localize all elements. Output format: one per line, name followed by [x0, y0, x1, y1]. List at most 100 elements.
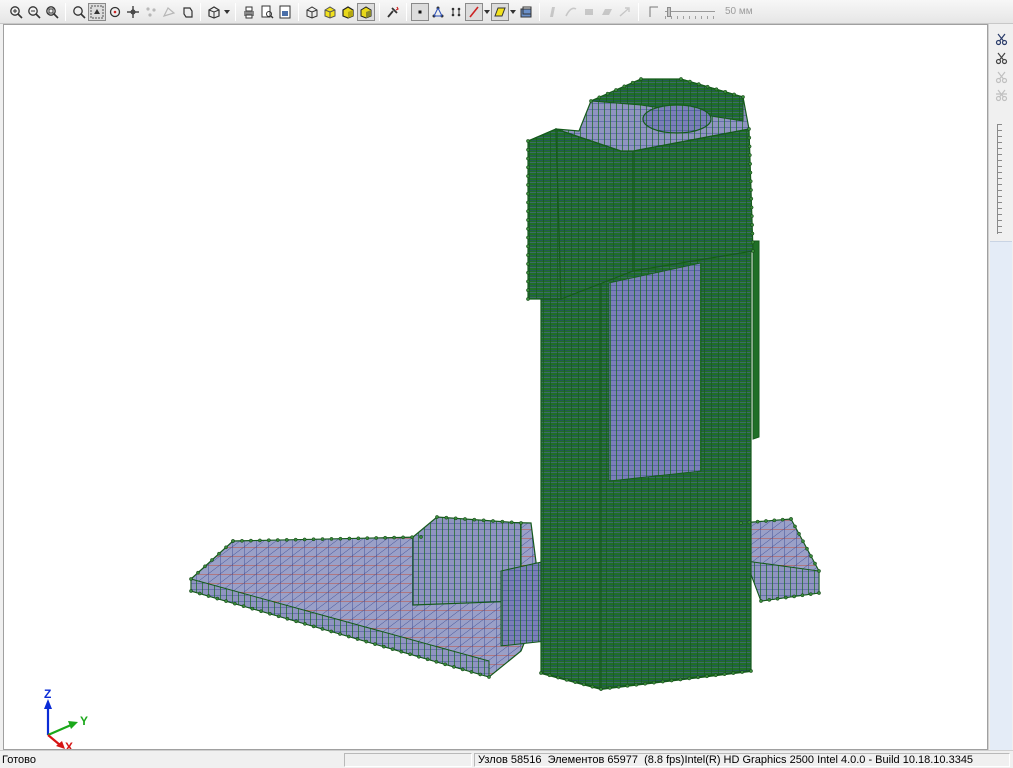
filter-4-button[interactable] [598, 3, 616, 21]
print-button[interactable] [240, 3, 258, 21]
mesh-node [696, 675, 700, 680]
mesh-node [408, 652, 412, 657]
rotate-button[interactable] [106, 3, 124, 21]
side-scroll-area[interactable] [990, 241, 1012, 750]
tools-button[interactable] [384, 3, 402, 21]
move-icon [127, 5, 139, 18]
select-elements-icon [162, 6, 176, 17]
shaded-edges-button[interactable] [339, 3, 357, 21]
show-nodes-button[interactable] [411, 2, 429, 21]
arrow-icon [619, 6, 630, 17]
mesh-node [374, 536, 379, 540]
mesh-node [792, 594, 796, 599]
parallelogram-icon [602, 8, 612, 15]
mesh-node [747, 135, 752, 140]
mesh-node [231, 539, 235, 543]
zoom-out-button[interactable] [25, 3, 43, 21]
zoom-in-button[interactable] [7, 3, 25, 21]
plate-elements-dropdown[interactable] [509, 3, 517, 21]
mesh-node [224, 545, 228, 550]
select-nodes-icon [146, 6, 156, 17]
mesh-node [597, 95, 602, 100]
mesh-node [232, 601, 237, 606]
cut-plane-2-button[interactable] [992, 50, 1010, 67]
mesh-node [241, 604, 246, 609]
mesh-node [311, 537, 316, 542]
solid-element-icon [520, 6, 532, 17]
move-button[interactable] [124, 3, 142, 21]
select-nodes-button[interactable] [142, 3, 160, 21]
mesh-node [748, 170, 753, 175]
projection-dropdown[interactable] [223, 3, 231, 21]
node-size-label: 50 мм [725, 6, 753, 17]
mesh-node [240, 538, 244, 543]
mesh-node [749, 669, 753, 673]
chevron-down-icon [510, 9, 516, 14]
zoom-all-button[interactable] [43, 3, 61, 21]
slider-thumb[interactable] [667, 6, 671, 17]
full-render-button[interactable] [357, 2, 375, 21]
plate-elements-button[interactable] [491, 2, 509, 21]
fem-model[interactable] [4, 25, 988, 750]
mesh-node [320, 627, 325, 631]
wireframe-view-button[interactable] [303, 3, 321, 21]
select-elements-button[interactable] [160, 3, 178, 21]
mesh-node [639, 77, 643, 81]
zoom-window-button[interactable] [70, 3, 88, 21]
mesh-node [634, 682, 639, 687]
mesh-node [293, 537, 298, 542]
filter-1-button[interactable] [544, 3, 562, 21]
mesh-node [793, 524, 797, 529]
mesh-node [800, 593, 805, 598]
mesh-node [605, 91, 610, 96]
cut-plane-3-button[interactable] [992, 69, 1010, 86]
podium-stair [500, 560, 547, 647]
mesh-node [539, 671, 543, 675]
fps-value: (8.8 fps) [644, 754, 685, 766]
mesh-node [607, 686, 612, 690]
depth-slider[interactable] [997, 124, 1007, 234]
cut-plane-4-button[interactable] [992, 87, 1010, 104]
bar-elements-dropdown[interactable] [483, 3, 491, 21]
mesh-node [705, 84, 710, 89]
node-size-slider[interactable] [665, 5, 715, 19]
mesh-node [740, 670, 745, 674]
export-image-button[interactable] [276, 3, 294, 21]
mesh-node [817, 569, 821, 573]
rotate-icon [109, 6, 121, 17]
filter-3-button[interactable] [580, 3, 598, 21]
zoom-window-icon [73, 5, 86, 19]
mesh-node [526, 147, 530, 152]
mesh-node [443, 662, 448, 667]
shaded-view-button[interactable] [321, 3, 339, 21]
cut-plane-button[interactable] [992, 31, 1010, 48]
mesh-node [399, 649, 404, 654]
filter-5-button[interactable] [616, 3, 634, 21]
pan-button[interactable] [88, 2, 106, 21]
tower-upper-left [527, 128, 562, 300]
mesh-node [669, 678, 674, 683]
tower-left-face [540, 255, 602, 690]
filter-2-button[interactable] [562, 3, 580, 21]
fragment-icon [183, 6, 193, 18]
mesh-node [748, 179, 753, 184]
mesh-node [284, 538, 289, 542]
mesh-node [452, 665, 456, 669]
bar-elements-button[interactable] [465, 2, 483, 21]
tower-upper-front [632, 128, 754, 272]
mesh-node [784, 595, 788, 600]
mesh-node [713, 673, 718, 678]
mesh-node [500, 519, 505, 524]
projection-button[interactable] [205, 3, 223, 21]
print-preview-button[interactable] [258, 3, 276, 21]
model-viewport[interactable]: Z Y X [3, 24, 988, 750]
mesh-node [687, 676, 692, 681]
mesh-node [196, 570, 200, 575]
show-links-button[interactable] [429, 3, 447, 21]
curve-icon [565, 7, 577, 16]
show-node-numbers-button[interactable] [447, 3, 465, 21]
mesh-node [224, 599, 228, 603]
fragment-button[interactable] [178, 3, 196, 21]
solid-elements-button[interactable] [517, 3, 535, 21]
mesh-node [749, 188, 753, 192]
